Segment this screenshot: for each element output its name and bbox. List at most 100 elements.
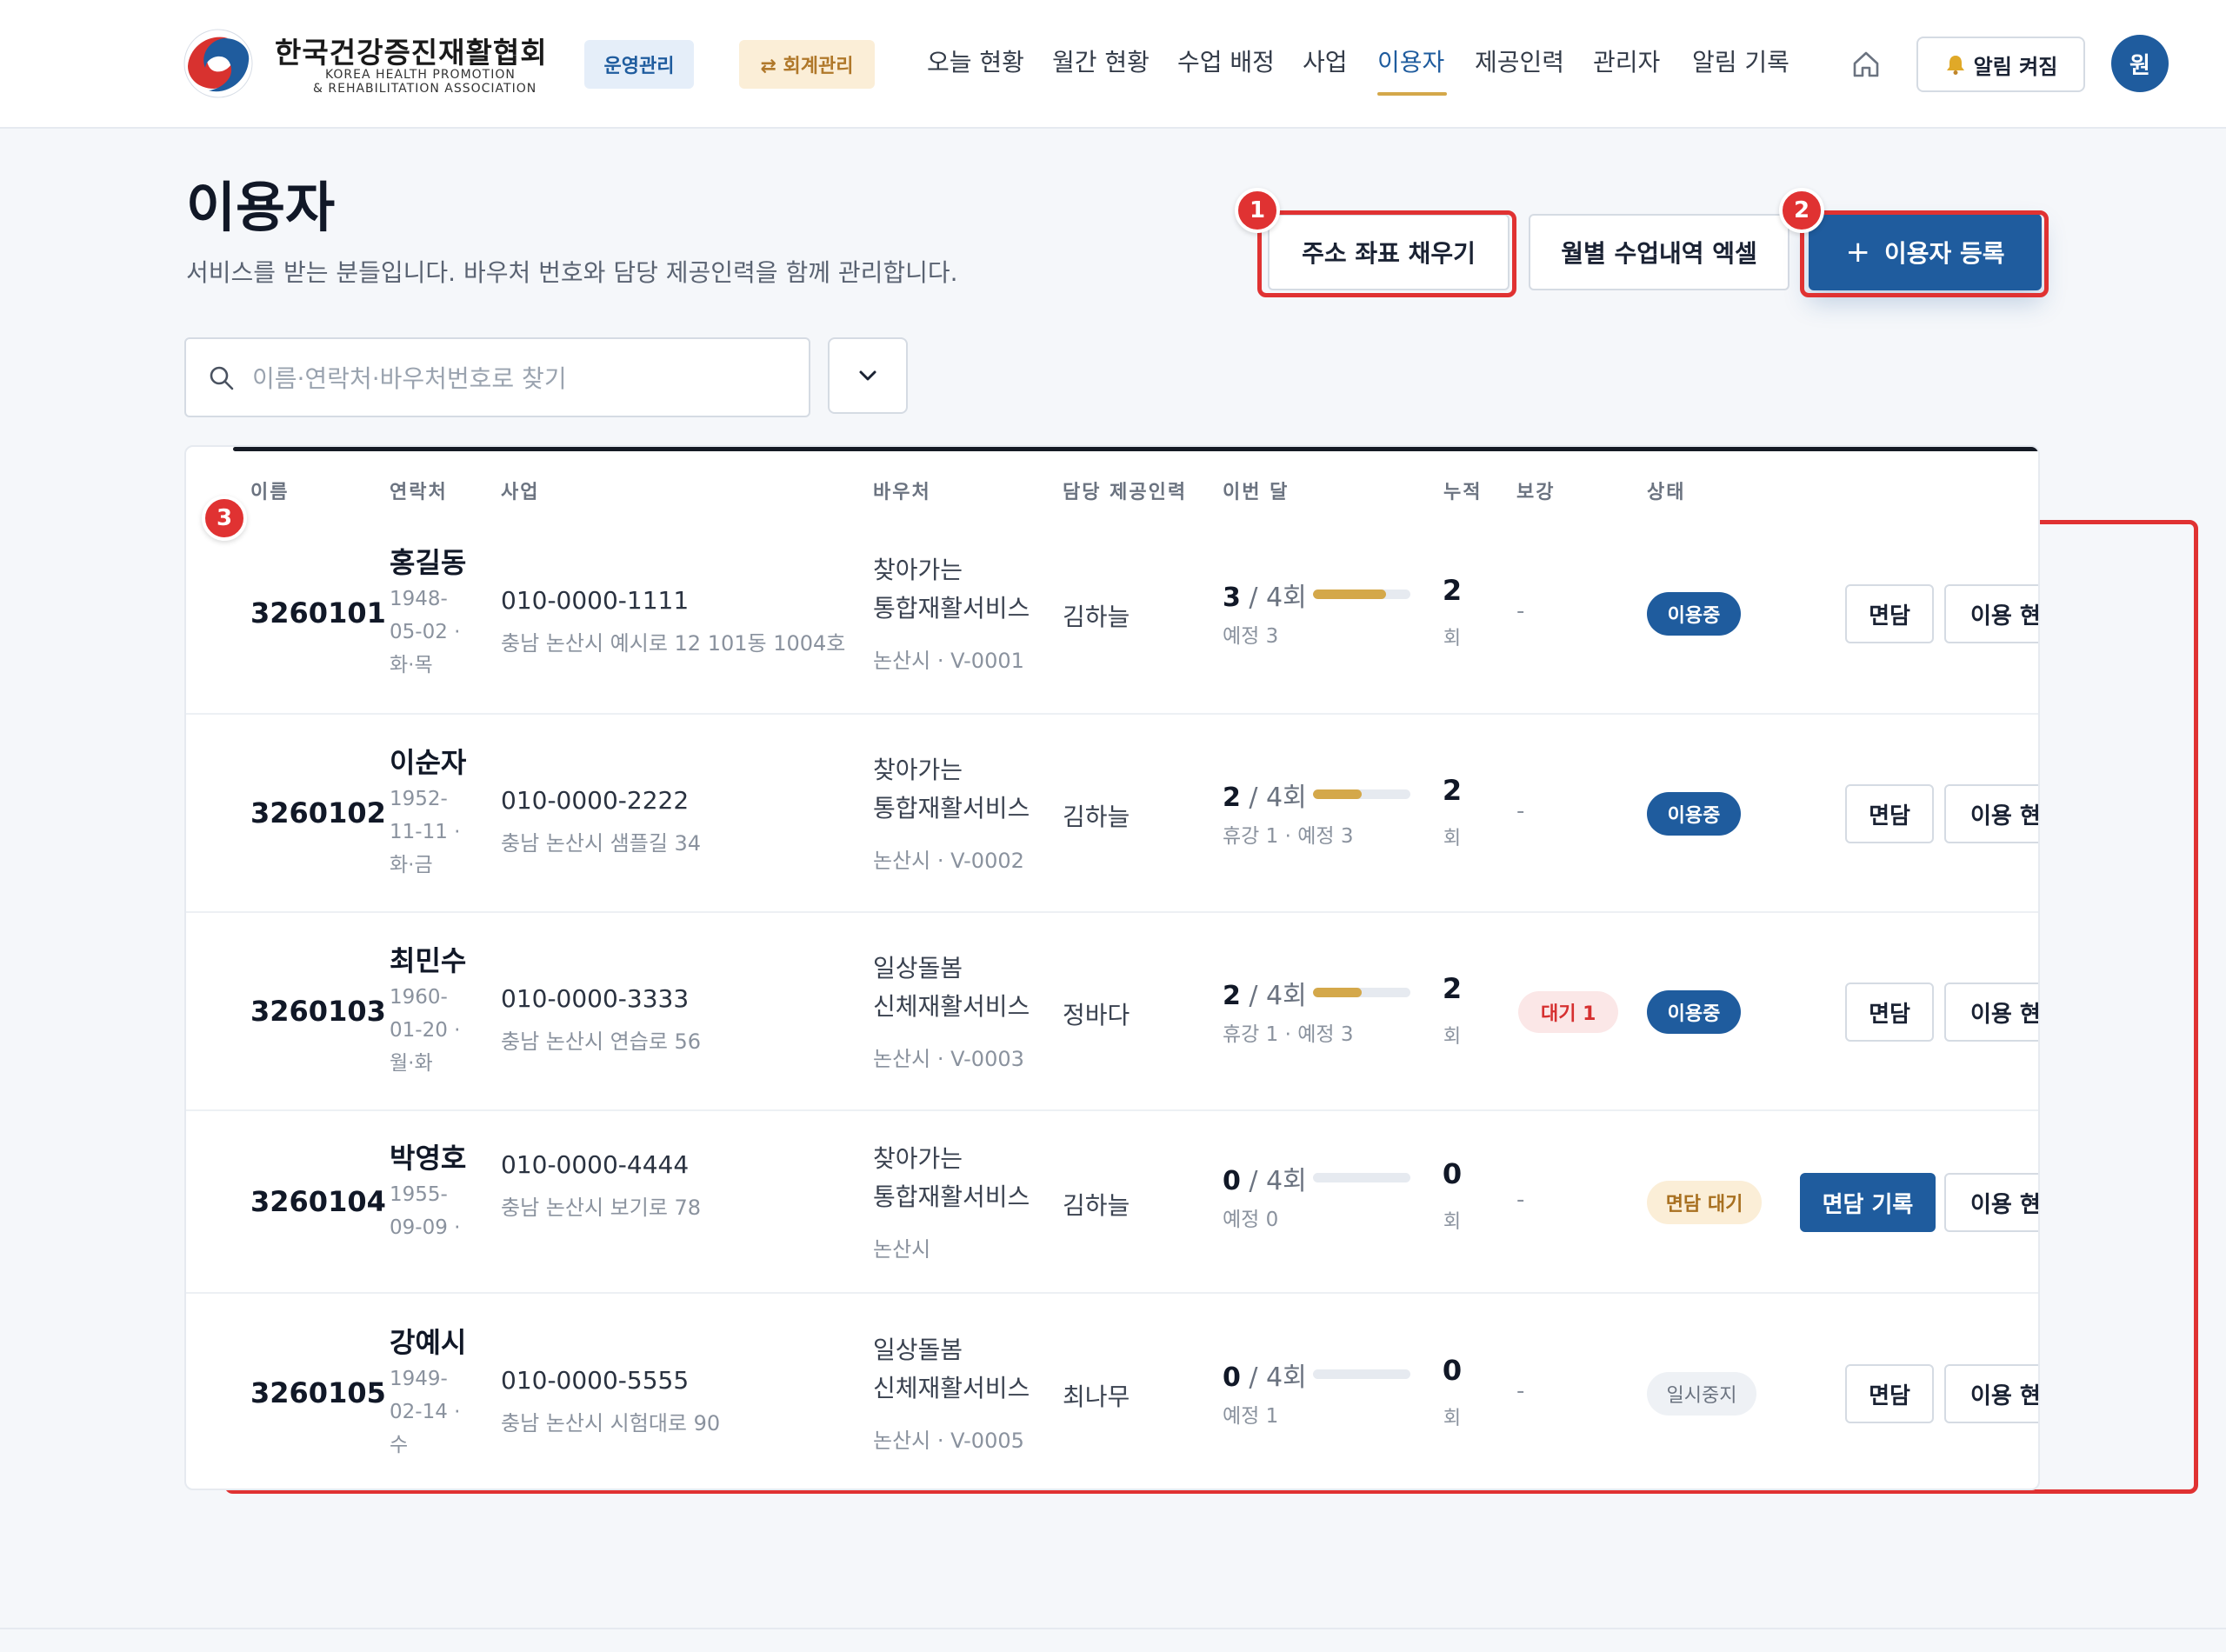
voucher-number: 논산시 · V-0001 (873, 649, 1024, 673)
interview-button[interactable]: 면담 (1845, 784, 1934, 843)
col-header-provider: 담당 제공인력 (1063, 482, 1188, 503)
cumulative-unit: 회 (1443, 1026, 1462, 1048)
client-schedule-days: 화·목 (390, 654, 433, 676)
month-done-count: 3 (1223, 583, 1241, 613)
month-sessions: 0 / 4회 (1223, 1159, 1307, 1197)
nav-monthly-status[interactable]: 월간 현황 (1052, 43, 1150, 78)
table-row[interactable]: 3260102 이순자 1952- 11-11 · 화·금 010-0000-2… (186, 713, 2038, 911)
makeup-value: - (1516, 1187, 1525, 1213)
col-header-name: 이름 (250, 482, 290, 503)
program-name-line1: 일상돌봄 (873, 1336, 963, 1364)
nav-providers[interactable]: 제공인력 (1475, 43, 1564, 78)
voucher-number: 논산시 · V-0003 (873, 1047, 1024, 1071)
notification-toggle-button[interactable]: 알림 켜짐 (1916, 37, 2085, 92)
cumulative-unit: 회 (1443, 1408, 1462, 1429)
client-phone: 010-0000-5555 (501, 1366, 690, 1395)
client-name[interactable]: 강예시 (390, 1321, 466, 1361)
program-name-line2: 신체재활서비스 (873, 992, 1030, 1021)
month-done-count: 0 (1223, 1166, 1241, 1196)
register-client-button[interactable]: + 이용자 등록 (1809, 214, 2042, 290)
month-total-count: / 4회 (1240, 1362, 1307, 1393)
client-birth-date-line2: 02-14 · (390, 1401, 461, 1423)
status-badge: 면담 대기 (1647, 1181, 1762, 1224)
annotation-marker-1: 1 (1235, 188, 1280, 233)
user-avatar[interactable]: 원 (2111, 35, 2169, 92)
month-progress-bar (1313, 988, 1410, 997)
client-id: 3260102 (250, 796, 386, 829)
client-birth-date-line1: 1952- (390, 788, 448, 810)
client-name[interactable]: 이순자 (390, 741, 466, 781)
association-logo-icon[interactable] (183, 28, 254, 99)
table-row[interactable]: 3260103 최민수 1960- 01-20 · 월·화 010-0000-3… (186, 911, 2038, 1109)
client-address: 충남 논산시 예시로 12 101동 1004호 (501, 631, 846, 656)
home-icon[interactable] (1850, 49, 1882, 80)
table-row[interactable]: 3260105 강예시 1949- 02-14 · 수 010-0000-555… (186, 1292, 2038, 1489)
program-name-line1: 일상돌봄 (873, 954, 963, 983)
table-row[interactable]: 3260104 박영호 1955- 09-09 · 010-0000-4444 … (186, 1109, 2038, 1292)
client-birth-date-line2: 11-11 · (390, 821, 461, 843)
mode-operations-button[interactable]: 운영관리 (584, 40, 694, 89)
table-row[interactable]: 3260101 홍길동 1948- 05-02 · 화·목 010-0000-1… (186, 515, 2038, 713)
usage-status-button[interactable]: 이용 현황 (1944, 784, 2038, 843)
nav-notification-log[interactable]: 알림 기록 (1692, 43, 1789, 78)
month-progress-bar (1313, 1173, 1410, 1182)
month-progress-bar (1313, 789, 1410, 799)
fill-address-coordinates-button[interactable]: 주소 좌표 채우기 (1268, 214, 1510, 290)
client-phone: 010-0000-3333 (501, 984, 690, 1013)
status-badge: 일시중지 (1647, 1372, 1756, 1416)
program-name-line1: 찾아가는 (873, 756, 963, 784)
nav-clients[interactable]: 이용자 (1377, 43, 1444, 78)
nav-programs[interactable]: 사업 (1303, 43, 1348, 78)
makeup-value: - (1516, 798, 1525, 824)
annotation-marker-2: 2 (1779, 188, 1824, 233)
nav-today-status[interactable]: 오늘 현황 (927, 43, 1024, 78)
cumulative-count: 2 (1442, 972, 1463, 1005)
voucher-number: 논산시 · V-0002 (873, 849, 1024, 873)
org-name: 한국건강증진재활협회 (275, 36, 548, 70)
cumulative-count: 0 (1442, 1354, 1463, 1387)
status-badge: 이용중 (1647, 592, 1741, 636)
nav-admins[interactable]: 관리자 (1593, 43, 1660, 78)
client-id: 3260101 (250, 596, 386, 629)
program-name-line2: 통합재활서비스 (873, 594, 1030, 623)
notification-toggle-label: 알림 켜짐 (1973, 54, 2058, 79)
usage-status-button[interactable]: 이용 현황 (1944, 1173, 2038, 1232)
client-name[interactable]: 최민수 (390, 939, 466, 979)
annotation-marker-3: 3 (202, 496, 247, 541)
makeup-value: - (1516, 598, 1525, 624)
usage-status-button[interactable]: 이용 현황 (1944, 1364, 2038, 1423)
cumulative-unit: 회 (1443, 628, 1462, 649)
client-name[interactable]: 박영호 (390, 1136, 466, 1176)
usage-status-button[interactable]: 이용 현황 (1944, 584, 2038, 643)
col-header-voucher: 바우처 (873, 482, 931, 503)
interview-button[interactable]: 면담 (1845, 1364, 1934, 1423)
search-input[interactable] (252, 353, 791, 403)
nav-class-assignment[interactable]: 수업 배정 (1177, 43, 1275, 78)
cumulative-count: 0 (1442, 1157, 1463, 1190)
month-sessions-detail: 휴강 1 · 예정 3 (1223, 825, 1354, 848)
org-english-name-line2: & REHABILITATION ASSOCIATION (313, 82, 537, 96)
mode-accounting-button[interactable]: ⇄ 회계관리 (739, 40, 875, 89)
month-total-count: / 4회 (1240, 981, 1307, 1011)
interview-button[interactable]: 면담 (1845, 983, 1934, 1042)
client-id: 3260105 (250, 1376, 386, 1409)
program-name-line2: 통합재활서비스 (873, 794, 1030, 823)
client-birth-date-line2: 09-09 · (390, 1216, 461, 1239)
client-phone: 010-0000-2222 (501, 786, 690, 815)
client-schedule-days: 화·금 (390, 854, 433, 876)
client-schedule-days: 월·화 (390, 1052, 433, 1075)
page-title: 이용자 (186, 176, 336, 239)
client-search-box[interactable] (184, 337, 810, 417)
interview-button[interactable]: 면담 (1845, 584, 1934, 643)
month-total-count: / 4회 (1240, 583, 1307, 613)
client-birth-date-line2: 01-20 · (390, 1019, 461, 1042)
client-birth-date-line2: 05-02 · (390, 621, 461, 643)
monthly-lessons-excel-button[interactable]: 월별 수업내역 엑셀 (1529, 214, 1789, 290)
client-name[interactable]: 홍길동 (390, 541, 466, 581)
client-id: 3260104 (250, 1185, 386, 1218)
interview-button[interactable]: 면담 기록 (1800, 1173, 1936, 1232)
makeup-value: - (1516, 1378, 1525, 1404)
usage-status-button[interactable]: 이용 현황 (1944, 983, 2038, 1042)
status-badge: 이용중 (1647, 792, 1741, 836)
filter-dropdown[interactable] (828, 337, 908, 414)
